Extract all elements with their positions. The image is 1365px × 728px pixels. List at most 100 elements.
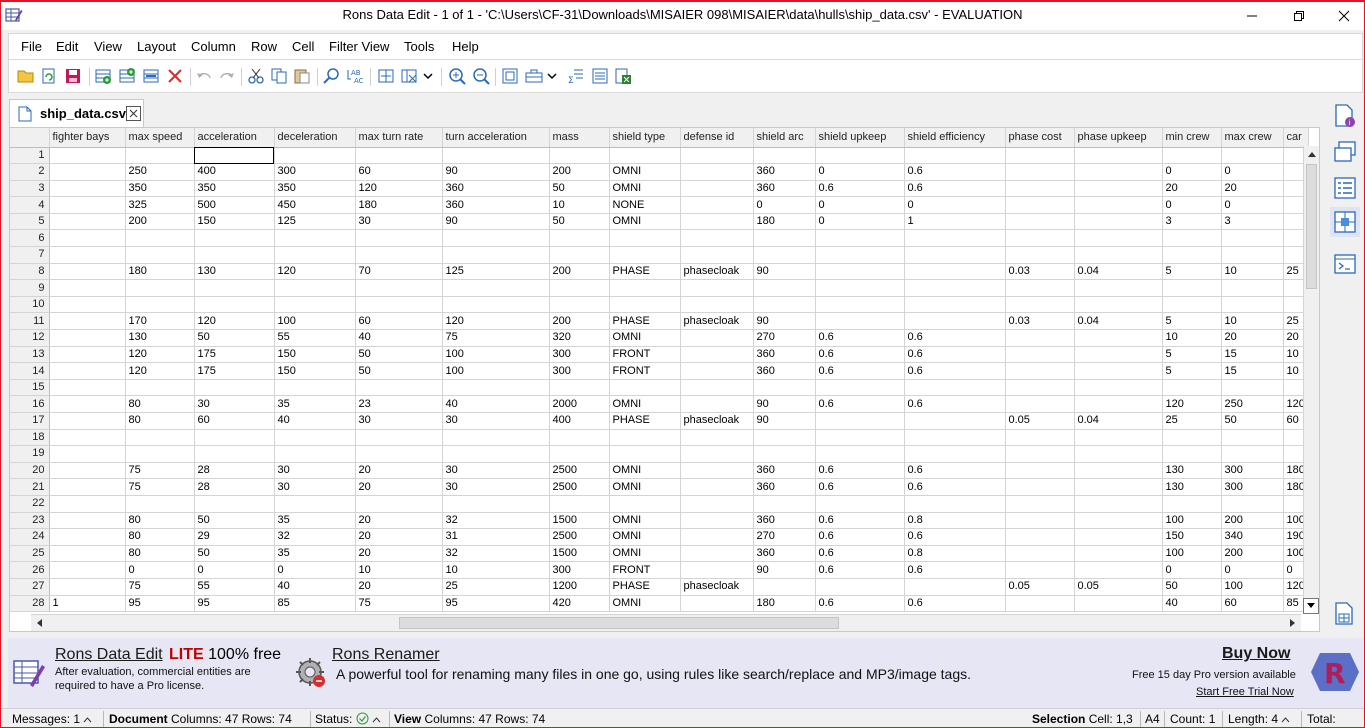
grid-cell[interactable]: 150 xyxy=(274,362,356,380)
grid-cell[interactable] xyxy=(49,362,126,380)
grid-cell[interactable] xyxy=(904,246,1006,264)
grid-cell[interactable] xyxy=(815,495,905,513)
grid-cell[interactable]: OMNI xyxy=(609,512,681,530)
grid-cell[interactable]: 0 xyxy=(815,163,905,181)
grid-cell[interactable]: 90 xyxy=(753,263,816,281)
buy-now-link[interactable]: Buy Now xyxy=(1222,645,1290,663)
redo-icon[interactable] xyxy=(218,67,236,85)
side-sheet-button[interactable] xyxy=(1330,599,1360,629)
grid-cell[interactable]: 0.6 xyxy=(815,512,905,530)
grid-cell[interactable]: 90 xyxy=(753,412,816,430)
rons-renamer-link[interactable]: Rons Renamer xyxy=(332,646,440,664)
grid-cell[interactable] xyxy=(1005,346,1075,364)
grid-cell[interactable]: 0.03 xyxy=(1005,312,1075,331)
grid-cell[interactable] xyxy=(1074,462,1163,480)
grid-cell[interactable]: 90 xyxy=(753,395,816,413)
grid-cell[interactable] xyxy=(1074,279,1163,297)
grid-cell[interactable] xyxy=(680,147,754,165)
grid-cell[interactable]: 200 xyxy=(549,163,610,181)
grid-cell[interactable] xyxy=(680,445,754,463)
grid-cell[interactable]: 90 xyxy=(753,561,816,579)
row-number[interactable]: 28 xyxy=(10,595,50,613)
grid-cell[interactable]: 60 xyxy=(355,312,443,331)
grid-cell[interactable]: 0.6 xyxy=(904,561,1006,579)
restore-button[interactable] xyxy=(1276,2,1322,30)
grid-cell[interactable]: 2500 xyxy=(549,478,610,496)
grid-cell[interactable] xyxy=(609,229,681,248)
grid-cell[interactable]: 0.6 xyxy=(815,462,905,480)
grid-cell[interactable]: 35 xyxy=(274,545,356,563)
grid-cell[interactable]: 120 xyxy=(125,346,195,364)
grid-cell[interactable]: 1500 xyxy=(549,545,610,563)
grid-cell[interactable] xyxy=(680,462,754,480)
grid-cell[interactable] xyxy=(680,279,754,297)
grid-cell[interactable]: 0.6 xyxy=(904,528,1006,546)
grid-cell[interactable]: 0.6 xyxy=(815,362,905,380)
grid-cell[interactable]: 50 xyxy=(549,213,610,231)
row-number[interactable]: 25 xyxy=(10,545,50,563)
grid-cell[interactable] xyxy=(1074,196,1163,214)
grid-cell[interactable]: 23 xyxy=(355,395,443,413)
grid-cell[interactable]: 360 xyxy=(753,346,816,364)
grid-cell[interactable] xyxy=(753,445,816,463)
grid-cell[interactable] xyxy=(1221,495,1284,513)
grid-cell[interactable] xyxy=(680,429,754,447)
grid-cell[interactable] xyxy=(274,147,356,165)
grid-cell[interactable] xyxy=(125,495,195,513)
grid-cell[interactable] xyxy=(815,147,905,165)
column-header[interactable]: phase upkeep xyxy=(1074,128,1163,148)
column-header[interactable]: shield type xyxy=(609,128,681,148)
grid-cell[interactable] xyxy=(194,279,275,297)
grid-cell[interactable]: 360 xyxy=(442,196,550,214)
grid-cell[interactable]: phasecloak xyxy=(680,578,754,596)
reload-icon[interactable] xyxy=(40,67,58,85)
row-number[interactable]: 4 xyxy=(10,196,50,214)
menu-tools[interactable]: Tools xyxy=(404,39,434,54)
grid-cell[interactable]: 20 xyxy=(355,528,443,546)
grid-cell[interactable] xyxy=(194,429,275,447)
grid-cell[interactable] xyxy=(1005,528,1075,546)
grid-cell[interactable]: 80 xyxy=(125,528,195,546)
grid-cell[interactable] xyxy=(1162,296,1222,314)
grid-cell[interactable]: 0.04 xyxy=(1074,312,1163,331)
grid-cell[interactable]: 360 xyxy=(753,545,816,563)
grid-cell[interactable] xyxy=(49,279,126,297)
grid-cell[interactable] xyxy=(1074,495,1163,513)
grid-cell[interactable]: 0 xyxy=(125,561,195,579)
grid-cell[interactable]: 200 xyxy=(549,263,610,281)
grid-cell[interactable]: 300 xyxy=(1221,462,1284,480)
grid-cell[interactable]: 350 xyxy=(125,180,195,198)
grid-cell[interactable] xyxy=(355,147,443,165)
grid-cell[interactable] xyxy=(442,246,550,264)
grid-cell[interactable]: OMNI xyxy=(609,595,681,613)
grid-cell[interactable]: OMNI xyxy=(609,528,681,546)
row-number[interactable]: 20 xyxy=(10,462,50,480)
grid-cell[interactable] xyxy=(442,147,550,165)
grid-cell[interactable]: 0.8 xyxy=(904,545,1006,563)
grid-cell[interactable]: 20 xyxy=(355,462,443,480)
grid-cell[interactable] xyxy=(753,229,816,248)
grid-cell[interactable] xyxy=(442,296,550,314)
grid-cell[interactable] xyxy=(753,429,816,447)
grid-cell[interactable]: 2500 xyxy=(549,462,610,480)
grid-cell[interactable]: 0 xyxy=(274,561,356,579)
grid-cell[interactable] xyxy=(904,578,1006,596)
grid-cell[interactable] xyxy=(355,296,443,314)
grid-cell[interactable] xyxy=(1005,279,1075,297)
grid-cell[interactable] xyxy=(1162,495,1222,513)
grid-cell[interactable] xyxy=(1005,512,1075,530)
grid-cell[interactable] xyxy=(1162,246,1222,264)
grid-cell[interactable] xyxy=(442,429,550,447)
grid-cell[interactable] xyxy=(1005,561,1075,579)
grid-cell[interactable]: 30 xyxy=(194,395,275,413)
grid-cell[interactable] xyxy=(815,312,905,331)
grid-cell[interactable]: 200 xyxy=(1221,512,1284,530)
grid-cell[interactable] xyxy=(904,263,1006,281)
grid-cell[interactable]: 50 xyxy=(355,362,443,380)
grid-cell[interactable] xyxy=(1005,246,1075,264)
grid-cell[interactable]: 20 xyxy=(355,512,443,530)
grid-cell[interactable] xyxy=(753,578,816,596)
grid-cell[interactable]: 125 xyxy=(274,213,356,231)
grid-cell[interactable]: 32 xyxy=(442,545,550,563)
grid-cell[interactable]: 325 xyxy=(125,196,195,214)
